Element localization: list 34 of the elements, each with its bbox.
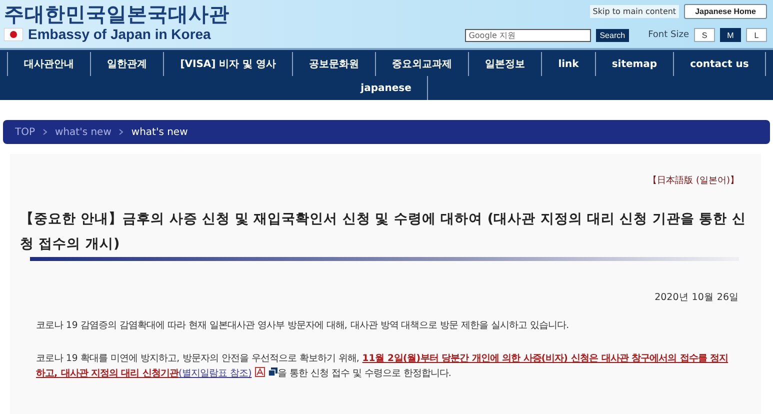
site-subtitle: Embassy of Japan in Korea — [28, 26, 211, 42]
nav-item[interactable]: japanese — [344, 76, 428, 100]
breadcrumb-link[interactable]: what's new — [131, 126, 188, 138]
japanese-version-link[interactable]: 【日本語版 (일본어)】 — [648, 176, 739, 186]
skip-link[interactable]: Skip to main content — [590, 5, 680, 18]
japanese-home-button[interactable]: Japanese Home — [684, 4, 767, 19]
chevron-icon — [43, 129, 48, 135]
font-size-button[interactable]: S — [694, 28, 715, 42]
font-size-label: Font Size — [648, 30, 689, 40]
search-button[interactable]: Search — [596, 28, 630, 42]
nav-item[interactable]: 일한관계 — [91, 52, 164, 76]
breadcrumb-link[interactable]: TOP — [15, 126, 36, 138]
pdf-icon — [254, 367, 265, 377]
article-paragraph: 코로나 19 감염증의 감염확대에 따라 현재 일본대사관 영사부 방문자에 대해, 대사관 방역 대책으로 방문 제한을 실시하고 있습니다. — [36, 319, 570, 333]
article-date: 2020년 10월 26일 — [654, 291, 739, 304]
new-window-icon — [268, 367, 278, 377]
nav-item[interactable]: [VISA] 비자 및 영사 — [164, 52, 294, 76]
flag-icon — [4, 28, 23, 40]
search-field[interactable]: Google 지원 — [464, 28, 591, 42]
font-size-button[interactable]: M — [720, 28, 741, 42]
annex-link[interactable]: (별지일람표 참조) — [178, 368, 252, 379]
chevron-icon — [119, 129, 124, 135]
article-paragraph: 코로나 19 확대를 미연에 방지하고, 방문자의 안전을 우선적으로 확보하기 위해, 11월 2일(월)부터 당분간 개인에 의한 사증(비자) 신청은 대사관 창구에서의 접수를 정지하고, 대사관 지정의 대리 신청기관(별지일람표 참조) 을 통한 신청 접수 및 수령으로 한정합니다. — [36, 352, 730, 381]
site-title: 주대한민국일본국대사관 — [4, 2, 230, 26]
font-size-button[interactable]: L — [746, 28, 767, 42]
nav-item[interactable]: 공보문화원 — [293, 52, 376, 76]
article-title: 【중요한 안내】금후의 사증 신청 및 재입국확인서 신청 및 수령에 대하여 (대사관 지정의 대리 신청 기관을 통한 신청 접수의 개시) — [20, 210, 747, 254]
nav-item[interactable]: link — [542, 52, 596, 76]
nav-item[interactable]: sitemap — [596, 52, 674, 76]
breadcrumb-link[interactable]: what's new — [55, 126, 112, 138]
nav-item[interactable]: contact us — [674, 52, 766, 76]
nav-item[interactable]: 중요외교과제 — [376, 52, 470, 76]
nav-item[interactable]: 대사관안내 — [7, 52, 92, 76]
nav-item[interactable]: 일본정보 — [469, 52, 542, 76]
